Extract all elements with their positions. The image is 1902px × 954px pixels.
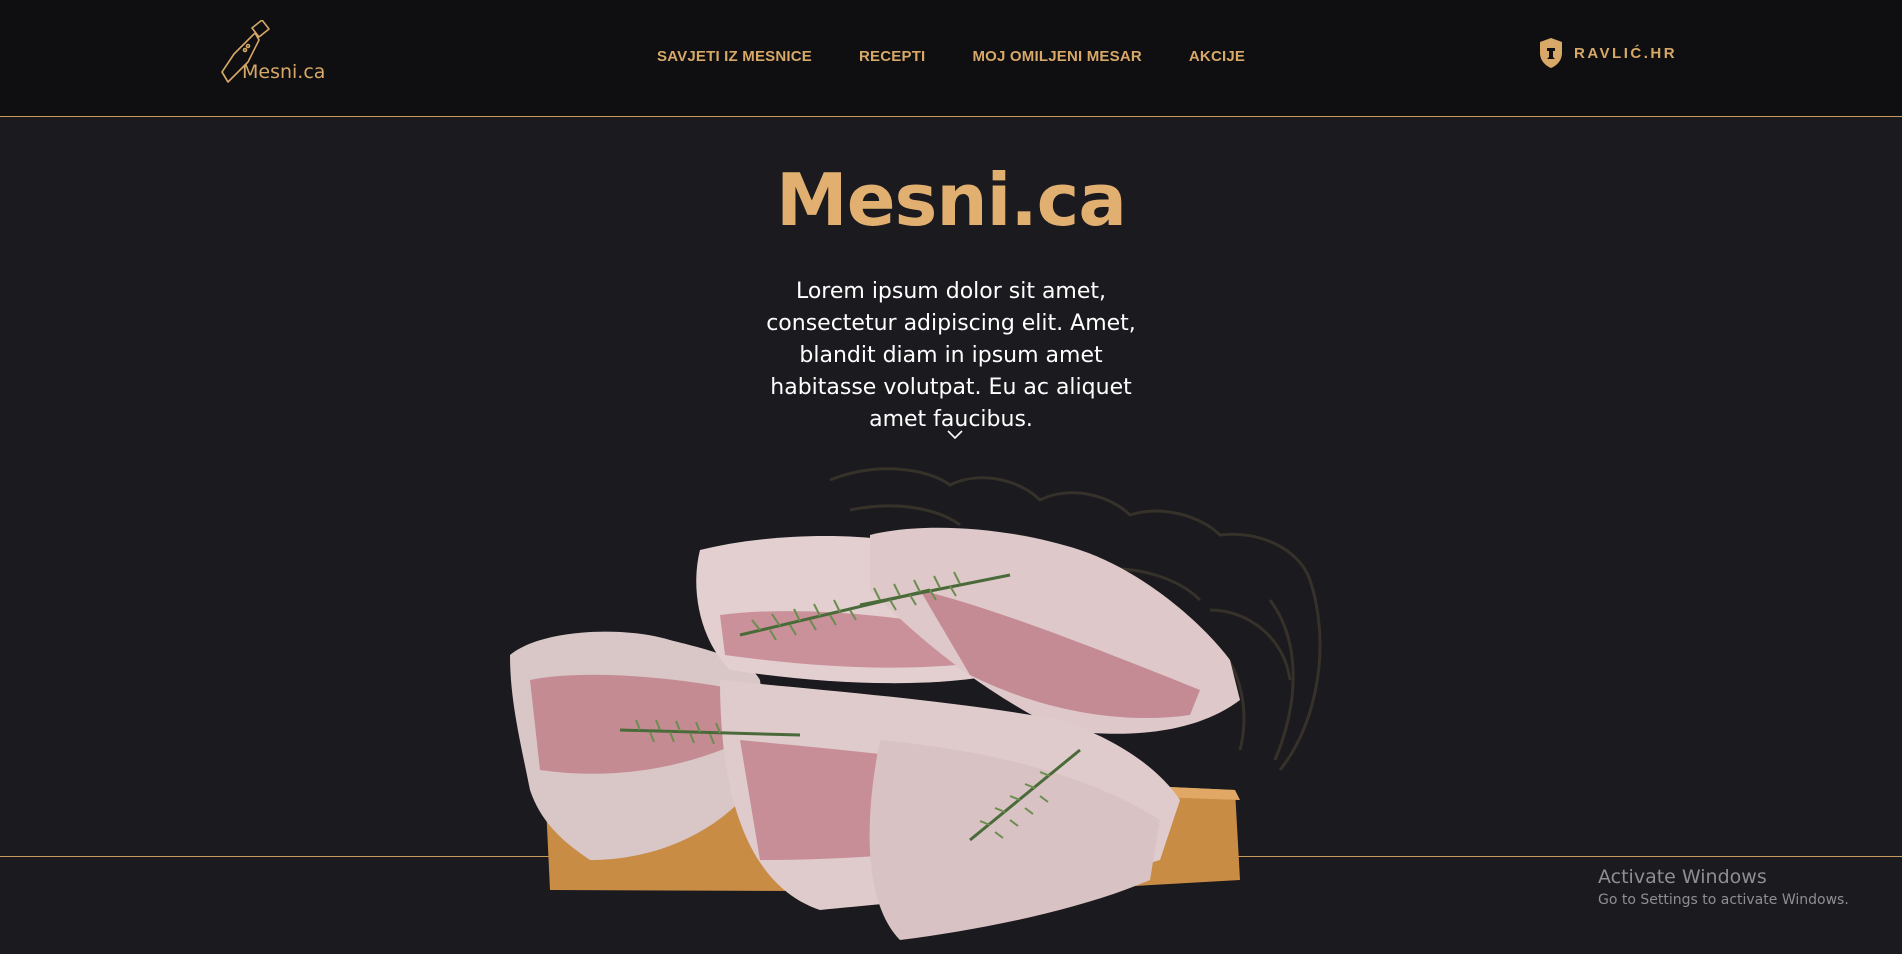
ravlic-link-label: RAVLIĆ.HR [1574, 44, 1678, 62]
ravlic-link[interactable]: RAVLIĆ.HR [1538, 37, 1677, 69]
hero-description: Lorem ipsum dolor sit amet, consectetur … [766, 279, 1136, 432]
site-logo[interactable]: Mesni.ca [218, 20, 328, 88]
shield-crest-icon [1540, 38, 1562, 68]
activate-subtitle: Go to Settings to activate Windows. [1598, 892, 1849, 908]
nav-item-savjeti[interactable]: SAVJETI IZ MESNICE [657, 48, 812, 70]
ribs-illustration [510, 467, 1322, 940]
site-header: Mesni.ca SAVJETI IZ MESNICE RECEPTI MOJ … [0, 0, 1902, 117]
activate-title: Activate Windows [1598, 866, 1767, 888]
nav-item-akcije[interactable]: AKCIJE [1189, 48, 1245, 70]
nav-item-recepti[interactable]: RECEPTI [859, 48, 925, 70]
logo-text: Mesni.ca [242, 61, 326, 83]
windows-activation-watermark: Activate Windows Go to Settings to activ… [1598, 866, 1849, 908]
nav-item-mesar[interactable]: MOJ OMILJENI MESAR [972, 48, 1141, 70]
main-nav: SAVJETI IZ MESNICE RECEPTI MOJ OMILJENI … [657, 48, 1245, 70]
hero-title: Mesni.ca [776, 158, 1127, 242]
